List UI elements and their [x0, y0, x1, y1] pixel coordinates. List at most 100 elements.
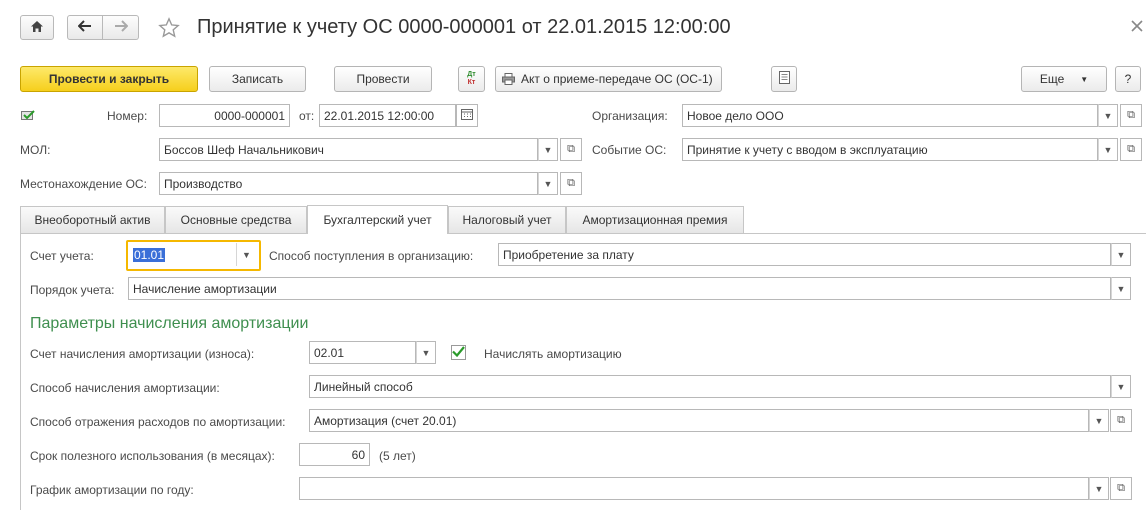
- receipt-method-dropdown[interactable]: ▼: [1111, 243, 1131, 266]
- navigation-group: [67, 15, 139, 40]
- post-and-close-button[interactable]: Провести и закрыть: [20, 66, 198, 92]
- active-tab-joiner: [308, 232, 447, 235]
- depreciation-schedule-field[interactable]: [299, 477, 1089, 500]
- home-icon: [30, 20, 44, 36]
- depreciation-account-field[interactable]: 02.01: [309, 341, 416, 364]
- kt-label: Кт: [467, 79, 476, 86]
- depreciation-section-title: Параметры начисления амортизации: [30, 315, 309, 332]
- date-label: от:: [299, 109, 315, 123]
- tab-noncurrent-asset[interactable]: Внеоборотный актив: [20, 206, 165, 233]
- chevron-down-icon: ▼: [1116, 283, 1126, 294]
- expense-method-label: Способ отражения расходов по амортизации…: [30, 415, 286, 429]
- home-button[interactable]: [20, 15, 54, 40]
- forward-button[interactable]: [103, 15, 139, 40]
- useful-life-label: Срок полезного использования (в месяцах)…: [30, 449, 275, 463]
- chevron-down-icon: ▼: [1094, 483, 1104, 494]
- dt-kt-icon: Дт Кт: [467, 71, 475, 87]
- number-label: Номер:: [107, 109, 148, 123]
- chevron-down-icon: ▼: [1103, 110, 1113, 121]
- depreciation-schedule-open-button[interactable]: ⧉: [1110, 477, 1132, 500]
- charge-depreciation-label: Начислять амортизацию: [484, 347, 622, 361]
- open-icon: ⧉: [1127, 109, 1135, 121]
- event-field[interactable]: Принятие к учету с вводом в эксплуатацию: [682, 138, 1098, 161]
- expense-method-field[interactable]: Амортизация (счет 20.01): [309, 409, 1089, 432]
- event-dropdown[interactable]: ▼: [1098, 138, 1118, 161]
- posted-doc-icon: [21, 110, 35, 124]
- depreciation-schedule-dropdown[interactable]: ▼: [1089, 477, 1109, 500]
- favorite-star-button[interactable]: [158, 17, 180, 42]
- chevron-down-icon: ▼: [1080, 74, 1089, 84]
- close-button[interactable]: [1130, 19, 1146, 35]
- location-dropdown[interactable]: ▼: [538, 172, 558, 195]
- chevron-down-icon: ▼: [242, 249, 251, 260]
- arrow-right-icon: [114, 20, 128, 35]
- organization-open-button[interactable]: ⧉: [1120, 104, 1142, 127]
- depreciation-account-label: Счет начисления амортизации (износа):: [30, 347, 255, 361]
- accounting-order-field[interactable]: Начисление амортизации: [128, 277, 1111, 300]
- number-field[interactable]: 0000-000001: [159, 104, 290, 127]
- depreciation-method-label: Способ начисления амортизации:: [30, 381, 220, 395]
- date-field[interactable]: 22.01.2015 12:00:00: [319, 104, 456, 127]
- depreciation-schedule-label: График амортизации по году:: [30, 483, 194, 497]
- save-button[interactable]: Записать: [209, 66, 306, 92]
- star-icon: [158, 17, 180, 42]
- account-field[interactable]: 01.01: [129, 243, 236, 266]
- tab-depreciation-bonus[interactable]: Амортизационная премия: [566, 206, 744, 233]
- document-icon: [778, 71, 790, 87]
- chevron-down-icon: ▼: [1103, 144, 1113, 155]
- location-open-button[interactable]: ⧉: [560, 172, 582, 195]
- chevron-down-icon: ▼: [1116, 381, 1126, 392]
- dt-kt-button[interactable]: Дт Кт: [458, 66, 485, 92]
- event-open-button[interactable]: ⧉: [1120, 138, 1142, 161]
- expense-method-dropdown[interactable]: ▼: [1089, 409, 1109, 432]
- calendar-icon: [461, 108, 473, 123]
- mol-open-button[interactable]: ⧉: [560, 138, 582, 161]
- receipt-method-field[interactable]: Приобретение за плату: [498, 243, 1111, 266]
- open-icon: ⧉: [1117, 414, 1125, 426]
- tab-accounting[interactable]: Бухгалтерский учет: [307, 205, 448, 234]
- useful-life-years: (5 лет): [379, 449, 416, 463]
- chevron-down-icon: ▼: [543, 144, 553, 155]
- depreciation-method-field[interactable]: Линейный способ: [309, 375, 1111, 398]
- event-label: Событие ОС:: [592, 143, 667, 157]
- mol-label: МОЛ:: [20, 143, 51, 157]
- help-button[interactable]: ?: [1115, 66, 1141, 92]
- more-button[interactable]: Еще ▼: [1021, 66, 1107, 92]
- chevron-down-icon: ▼: [421, 347, 431, 358]
- back-button[interactable]: [67, 15, 103, 40]
- dt-label: Дт: [467, 71, 476, 78]
- page-title: Принятие к учету ОС 0000-000001 от 22.01…: [197, 16, 731, 38]
- open-icon: ⧉: [567, 143, 575, 155]
- organization-field[interactable]: Новое дело ООО: [682, 104, 1098, 127]
- organization-dropdown[interactable]: ▼: [1098, 104, 1118, 127]
- location-field[interactable]: Производство: [159, 172, 538, 195]
- more-label: Еще: [1039, 72, 1065, 86]
- print-act-button[interactable]: Акт о приеме-передаче ОС (ОС-1): [495, 66, 722, 92]
- open-icon: ⧉: [567, 177, 575, 189]
- organization-label: Организация:: [592, 109, 668, 123]
- useful-life-field[interactable]: 60: [299, 443, 370, 466]
- tab-tax[interactable]: Налоговый учет: [448, 206, 566, 233]
- chevron-down-icon: ▼: [1094, 415, 1104, 426]
- depreciation-account-dropdown[interactable]: ▼: [416, 341, 436, 364]
- location-label: Местонахождение ОС:: [20, 177, 147, 191]
- calendar-button[interactable]: [456, 104, 478, 127]
- expense-method-open-button[interactable]: ⧉: [1110, 409, 1132, 432]
- depreciation-method-dropdown[interactable]: ▼: [1111, 375, 1131, 398]
- charge-depreciation-checkbox[interactable]: [451, 345, 466, 360]
- accounting-order-dropdown[interactable]: ▼: [1111, 277, 1131, 300]
- open-icon: ⧉: [1117, 482, 1125, 494]
- tab-fixed-assets[interactable]: Основные средства: [165, 206, 307, 233]
- tab-panel: [20, 233, 1146, 510]
- account-dropdown[interactable]: ▼: [236, 243, 256, 266]
- post-button[interactable]: Провести: [334, 66, 432, 92]
- account-value: 01.01: [133, 247, 166, 262]
- chevron-down-icon: ▼: [543, 178, 553, 189]
- arrow-left-icon: [77, 20, 92, 35]
- account-label: Счет учета:: [30, 249, 94, 263]
- mol-field[interactable]: Боссов Шеф Начальникович: [159, 138, 538, 161]
- report-button[interactable]: [771, 66, 797, 92]
- mol-dropdown[interactable]: ▼: [538, 138, 558, 161]
- close-icon: [1130, 20, 1144, 36]
- receipt-method-label: Способ поступления в организацию:: [269, 249, 474, 263]
